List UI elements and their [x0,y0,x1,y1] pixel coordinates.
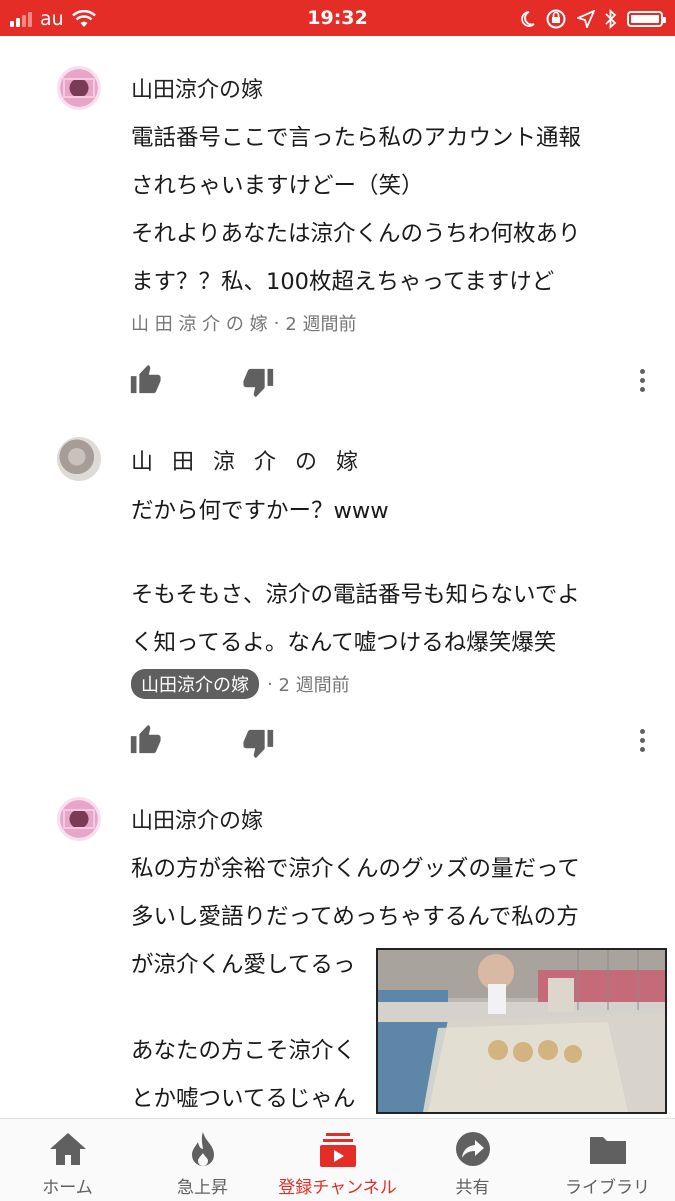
channel-owner-badge[interactable]: 山田涼介の嫁 [131,669,259,699]
folder-icon [589,1137,626,1164]
avatar[interactable] [57,797,101,841]
nav-label: 急上昇 [177,1178,228,1198]
nav-share[interactable]: 共有 [405,1119,540,1201]
thumbs-down-icon[interactable] [242,366,276,400]
location-icon [577,10,595,28]
avatar[interactable] [57,66,101,110]
home-icon [49,1133,86,1165]
nav-label: 登録チャンネル [278,1178,397,1198]
more-options-icon[interactable] [632,366,652,396]
bottom-navigation: ホーム 急上昇 登録チャンネル 共有 ライブラリ [0,1118,675,1201]
comment-timestamp: 2 週間前 [278,675,350,696]
share-icon [455,1132,490,1166]
nav-library[interactable]: ライブラリ [540,1119,675,1201]
flame-icon [191,1132,214,1166]
nav-subscriptions[interactable]: 登録チャンネル [270,1119,405,1201]
bluetooth-icon [605,9,617,29]
nav-label: ホーム [42,1178,93,1198]
rotation-lock-icon [546,9,566,29]
comment-text-line: あなたの方こそ涼介く [131,1038,357,1064]
comment-text-line: とか嘘ついてるじゃん [131,1086,356,1112]
battery-icon [627,11,666,27]
thumbs-up-icon[interactable] [128,362,162,396]
comment-text-line: 電話番号ここで言ったら私のアカウント通報 [131,125,582,151]
avatar[interactable] [57,437,101,481]
subscriptions-icon [319,1133,356,1167]
thumbs-down-icon[interactable] [242,727,276,761]
mini-player-video[interactable] [376,948,667,1114]
video-frame [378,950,665,1112]
moon-icon [521,11,535,27]
comment-text-line: 多いし愛語りだってめっちゃするんで私の方 [131,904,579,930]
comment-text-line: されちゃいますけどー（笑） [131,173,424,199]
comment-text-line: それよりあなたは涼介くんのうちわ何枚あり [131,221,581,247]
comment-meta: 山 田 涼 介 の 嫁 · 2 週間前 [131,310,357,336]
nav-label: ライブラリ [565,1178,650,1198]
more-options-icon[interactable] [632,726,652,756]
comment-text-line: そもそもさ、涼介の電話番号も知らないでよ [131,582,580,608]
comment-text-line: く知ってるよ。なんて嘘つけるね爆笑爆笑 [131,630,557,656]
status-bar: au 19:32 [0,0,675,36]
comment-author[interactable]: 山田涼介の嫁 [131,72,263,104]
comment-author[interactable]: 山田涼介の嫁 [131,803,263,835]
comment-author[interactable]: 山 田 涼 介 の 嫁 [131,444,364,476]
comment-text-line: が涼介くん愛してるっ [131,952,356,978]
comment-meta: 山田涼介の嫁 · 2 週間前 [131,669,350,699]
thumbs-up-icon[interactable] [128,722,162,756]
comment-timestamp: 2 週間前 [285,314,357,335]
nav-label: 共有 [455,1178,490,1198]
comment-text-line: だから何ですかー？www [131,498,389,524]
comment-text-line: ます？？私、100枚超えちゃってますけど [131,269,555,295]
nav-home[interactable]: ホーム [0,1119,135,1201]
comment-text-line: 私の方が余裕で涼介くんのグッズの量だって [131,856,580,882]
nav-trending[interactable]: 急上昇 [135,1119,270,1201]
comment-meta-author[interactable]: 山 田 涼 介 の 嫁 [131,310,268,336]
